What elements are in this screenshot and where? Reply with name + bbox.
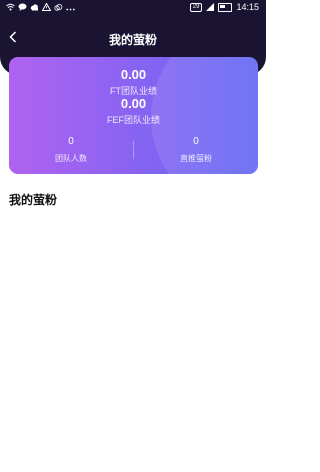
direct-fans-label: 直推萤粉 (180, 154, 212, 163)
warning-icon (41, 2, 52, 13)
status-time: 14:15 (236, 2, 259, 12)
direct-fans-value: 0 (193, 136, 199, 147)
team-count-label: 团队人数 (55, 154, 87, 163)
more-icon (66, 4, 75, 13)
sim-badge: 29 (189, 2, 203, 12)
status-icons-right: 29 14:15 (189, 2, 259, 12)
team-count-value: 0 (68, 136, 74, 147)
cloud-icon (30, 3, 39, 13)
wifi-icon (6, 3, 15, 13)
chat-icon (18, 3, 27, 13)
nav-bar: 我的萤粉 (0, 28, 266, 50)
signal-icon (206, 3, 215, 11)
section-title: 我的萤粉 (9, 193, 58, 207)
team-count-stat[interactable]: 0 团队人数 (9, 136, 133, 164)
cloud-icon (54, 3, 63, 13)
performance-card: 0.00 FT团队业绩 0.00 FEF团队业绩 0 团队人数 0 直推萤粉 (9, 57, 258, 174)
status-bar: 29 14:15 (0, 0, 266, 16)
ft-value: 0.00 (120, 67, 147, 82)
page-title: 我的萤粉 (108, 33, 157, 47)
fef-label: FEF团队业绩 (107, 115, 160, 125)
direct-fans-stat[interactable]: 0 直推萤粉 (134, 136, 258, 164)
status-icons-left (6, 2, 75, 13)
battery-icon (218, 2, 233, 12)
fef-value: 0.00 (120, 96, 147, 111)
